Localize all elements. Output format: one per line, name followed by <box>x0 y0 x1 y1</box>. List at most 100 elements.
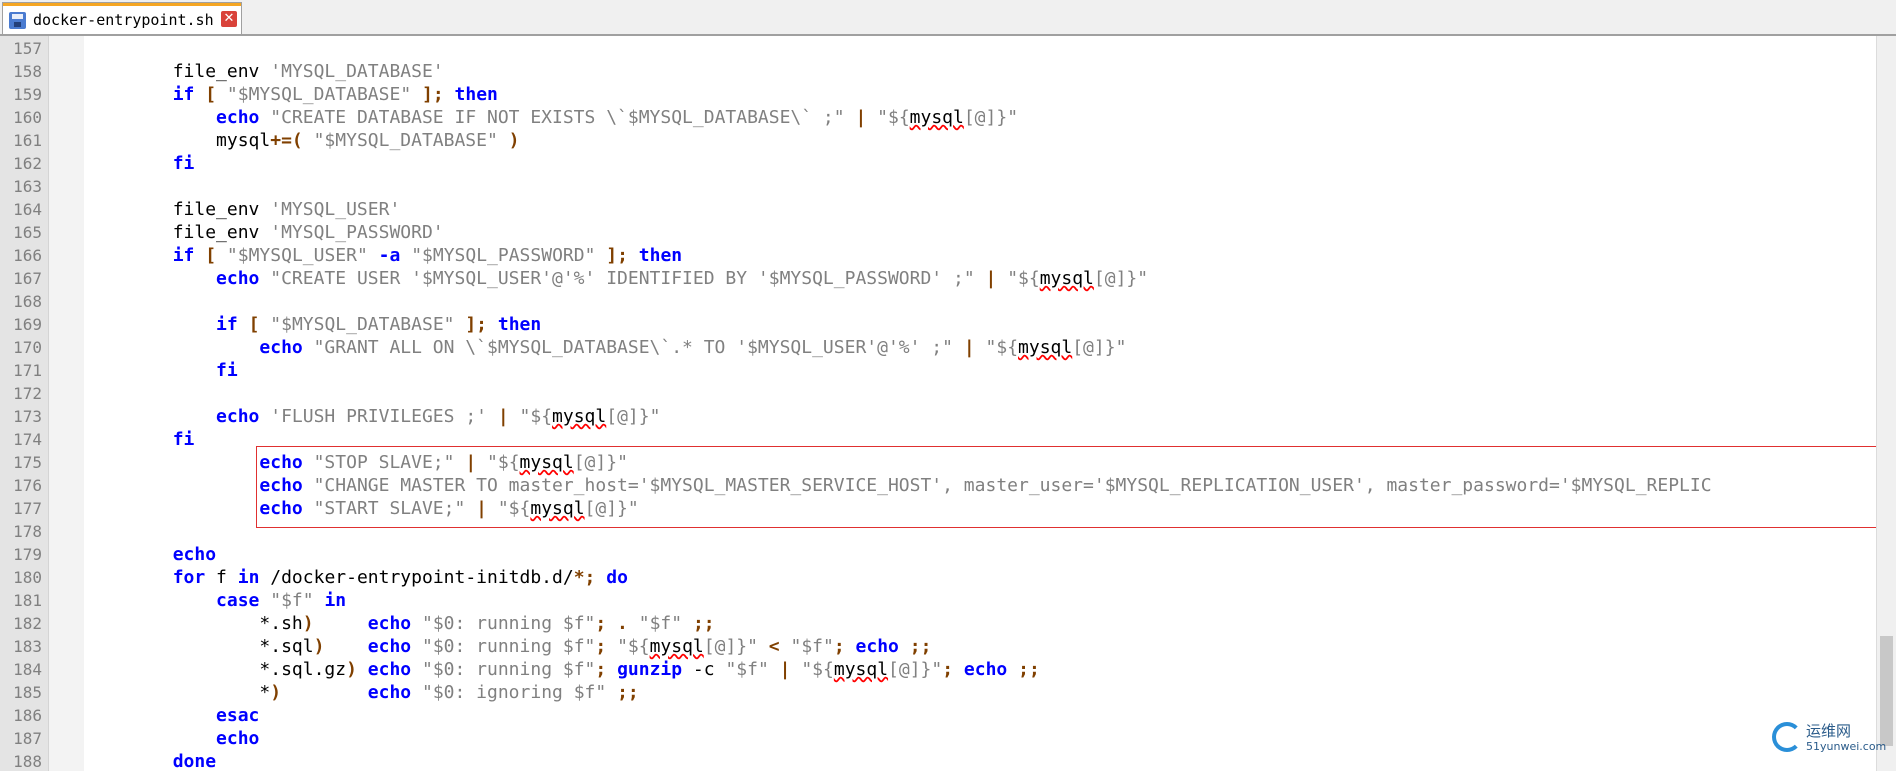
code-token-string: "$f" <box>790 636 834 657</box>
code-token-string: "$0: running $f" <box>421 659 596 680</box>
code-token-operator: ; . <box>595 613 639 634</box>
code-token-string: "GRANT ALL ON \`$MYSQL_DATABASE\`.* TO '… <box>313 337 953 358</box>
line-number: 188 <box>13 752 42 771</box>
code-token-string: "CREATE USER '$MYSQL_USER'@'%' IDENTIFIE… <box>270 268 975 289</box>
code-line[interactable]: file_env 'MYSQL_USER' <box>86 198 1876 221</box>
code-line[interactable]: if [ "$MYSQL_DATABASE" ]; then <box>86 313 1876 336</box>
code-line[interactable]: esac <box>86 704 1876 727</box>
code-token-string: "$f" <box>725 659 769 680</box>
watermark-subtitle: 51yunwei.com <box>1806 740 1887 753</box>
code-token-string: "${ <box>1007 268 1040 289</box>
code-token-plain: file_env <box>86 222 271 243</box>
code-line[interactable]: *.sql) echo "$0: running $f"; "${mysql[@… <box>86 635 1876 658</box>
code-line[interactable]: *) echo "$0: ignoring $f" ;; <box>86 681 1876 704</box>
code-token-string: 'MYSQL_PASSWORD' <box>270 222 444 243</box>
code-line[interactable]: done <box>86 750 1876 773</box>
code-token-string: "${ <box>877 107 910 128</box>
code-token-string: "$MYSQL_USER" <box>226 245 368 266</box>
code-token-operator: ]; <box>422 84 444 105</box>
code-token-keyword: in <box>324 590 347 611</box>
code-line[interactable]: for f in /docker-entrypoint-initdb.d/*; … <box>86 566 1876 589</box>
code-line[interactable]: echo <box>86 543 1876 566</box>
close-icon[interactable]: ✕ <box>221 11 237 27</box>
code-token-operator: +=( <box>270 130 303 151</box>
code-token-keyword: echo <box>367 659 412 680</box>
code-line[interactable]: echo "CREATE DATABASE IF NOT EXISTS \`$M… <box>86 106 1876 129</box>
code-token-string: "${ <box>519 406 553 427</box>
line-number: 181 <box>13 591 42 610</box>
code-token-keyword: fi <box>172 153 195 174</box>
code-token-string: [@]}" <box>1093 268 1149 289</box>
watermark-logo-icon <box>1772 722 1802 752</box>
code-line[interactable]: mysql+=( "$MYSQL_DATABASE" ) <box>86 129 1876 152</box>
line-number: 179 <box>13 545 42 564</box>
code-line[interactable]: *.sh) echo "$0: running $f"; . "$f" ;; <box>86 612 1876 635</box>
code-token-string: "$f" <box>638 613 683 634</box>
code-token-operator: ]; <box>465 314 488 335</box>
code-line[interactable]: file_env 'MYSQL_DATABASE' <box>86 60 1876 83</box>
code-token-keyword: for <box>172 567 206 588</box>
vertical-scrollbar[interactable] <box>1876 36 1896 771</box>
code-editor[interactable]: file_env 'MYSQL_DATABASE' if [ "$MYSQL_D… <box>86 37 1876 773</box>
code-token-string: [@]}" <box>1072 337 1127 358</box>
line-number: 174 <box>13 430 42 449</box>
code-line[interactable]: echo "CREATE USER '$MYSQL_USER'@'%' IDEN… <box>86 267 1876 290</box>
code-token-operator: ) <box>508 130 520 151</box>
file-tab[interactable]: docker-entrypoint.sh ✕ <box>2 2 242 34</box>
line-number: 172 <box>13 384 42 403</box>
code-token-string: 'MYSQL_DATABASE' <box>270 61 444 82</box>
code-token-keyword: echo <box>216 406 260 427</box>
watermark-title: 运维网 <box>1806 722 1852 740</box>
code-token-string: [@]}" <box>606 406 661 427</box>
line-number: 164 <box>13 200 42 219</box>
code-line[interactable]: echo 'FLUSH PRIVILEGES ;' | "${mysql[@]}… <box>86 405 1876 428</box>
annotation-highlight-box <box>256 446 1896 528</box>
code-line[interactable] <box>86 175 1876 198</box>
code-line[interactable]: fi <box>86 152 1876 175</box>
code-token-string: "$0: running $f" <box>421 613 596 634</box>
code-token-operator: ;; <box>909 636 932 657</box>
line-number: 158 <box>13 62 42 81</box>
code-line[interactable]: file_env 'MYSQL_PASSWORD' <box>86 221 1876 244</box>
code-token-squiggle: mysql <box>1018 337 1073 358</box>
code-line[interactable]: if [ "$MYSQL_DATABASE" ]; then <box>86 83 1876 106</box>
code-token-plain: mysql <box>86 130 271 151</box>
line-number: 160 <box>13 108 42 127</box>
code-token-operator: [ <box>248 314 260 335</box>
code-token-string: 'MYSQL_USER' <box>270 199 401 220</box>
code-line[interactable]: if [ "$MYSQL_USER" -a "$MYSQL_PASSWORD" … <box>86 244 1876 267</box>
code-line[interactable] <box>86 382 1876 405</box>
code-token-string: [@]}" <box>888 659 943 680</box>
code-line[interactable]: fi <box>86 359 1876 382</box>
code-token-keyword: fi <box>216 360 238 381</box>
code-line[interactable]: echo "GRANT ALL ON \`$MYSQL_DATABASE\`.*… <box>86 336 1876 359</box>
code-line[interactable]: case "$f" in <box>86 589 1876 612</box>
code-line[interactable]: *.sql.gz) echo "$0: running $f"; gunzip … <box>86 658 1876 681</box>
code-line[interactable]: echo <box>86 727 1876 750</box>
code-line[interactable] <box>86 290 1876 313</box>
code-token-operator: ;; <box>617 682 639 703</box>
code-line[interactable] <box>86 37 1876 60</box>
